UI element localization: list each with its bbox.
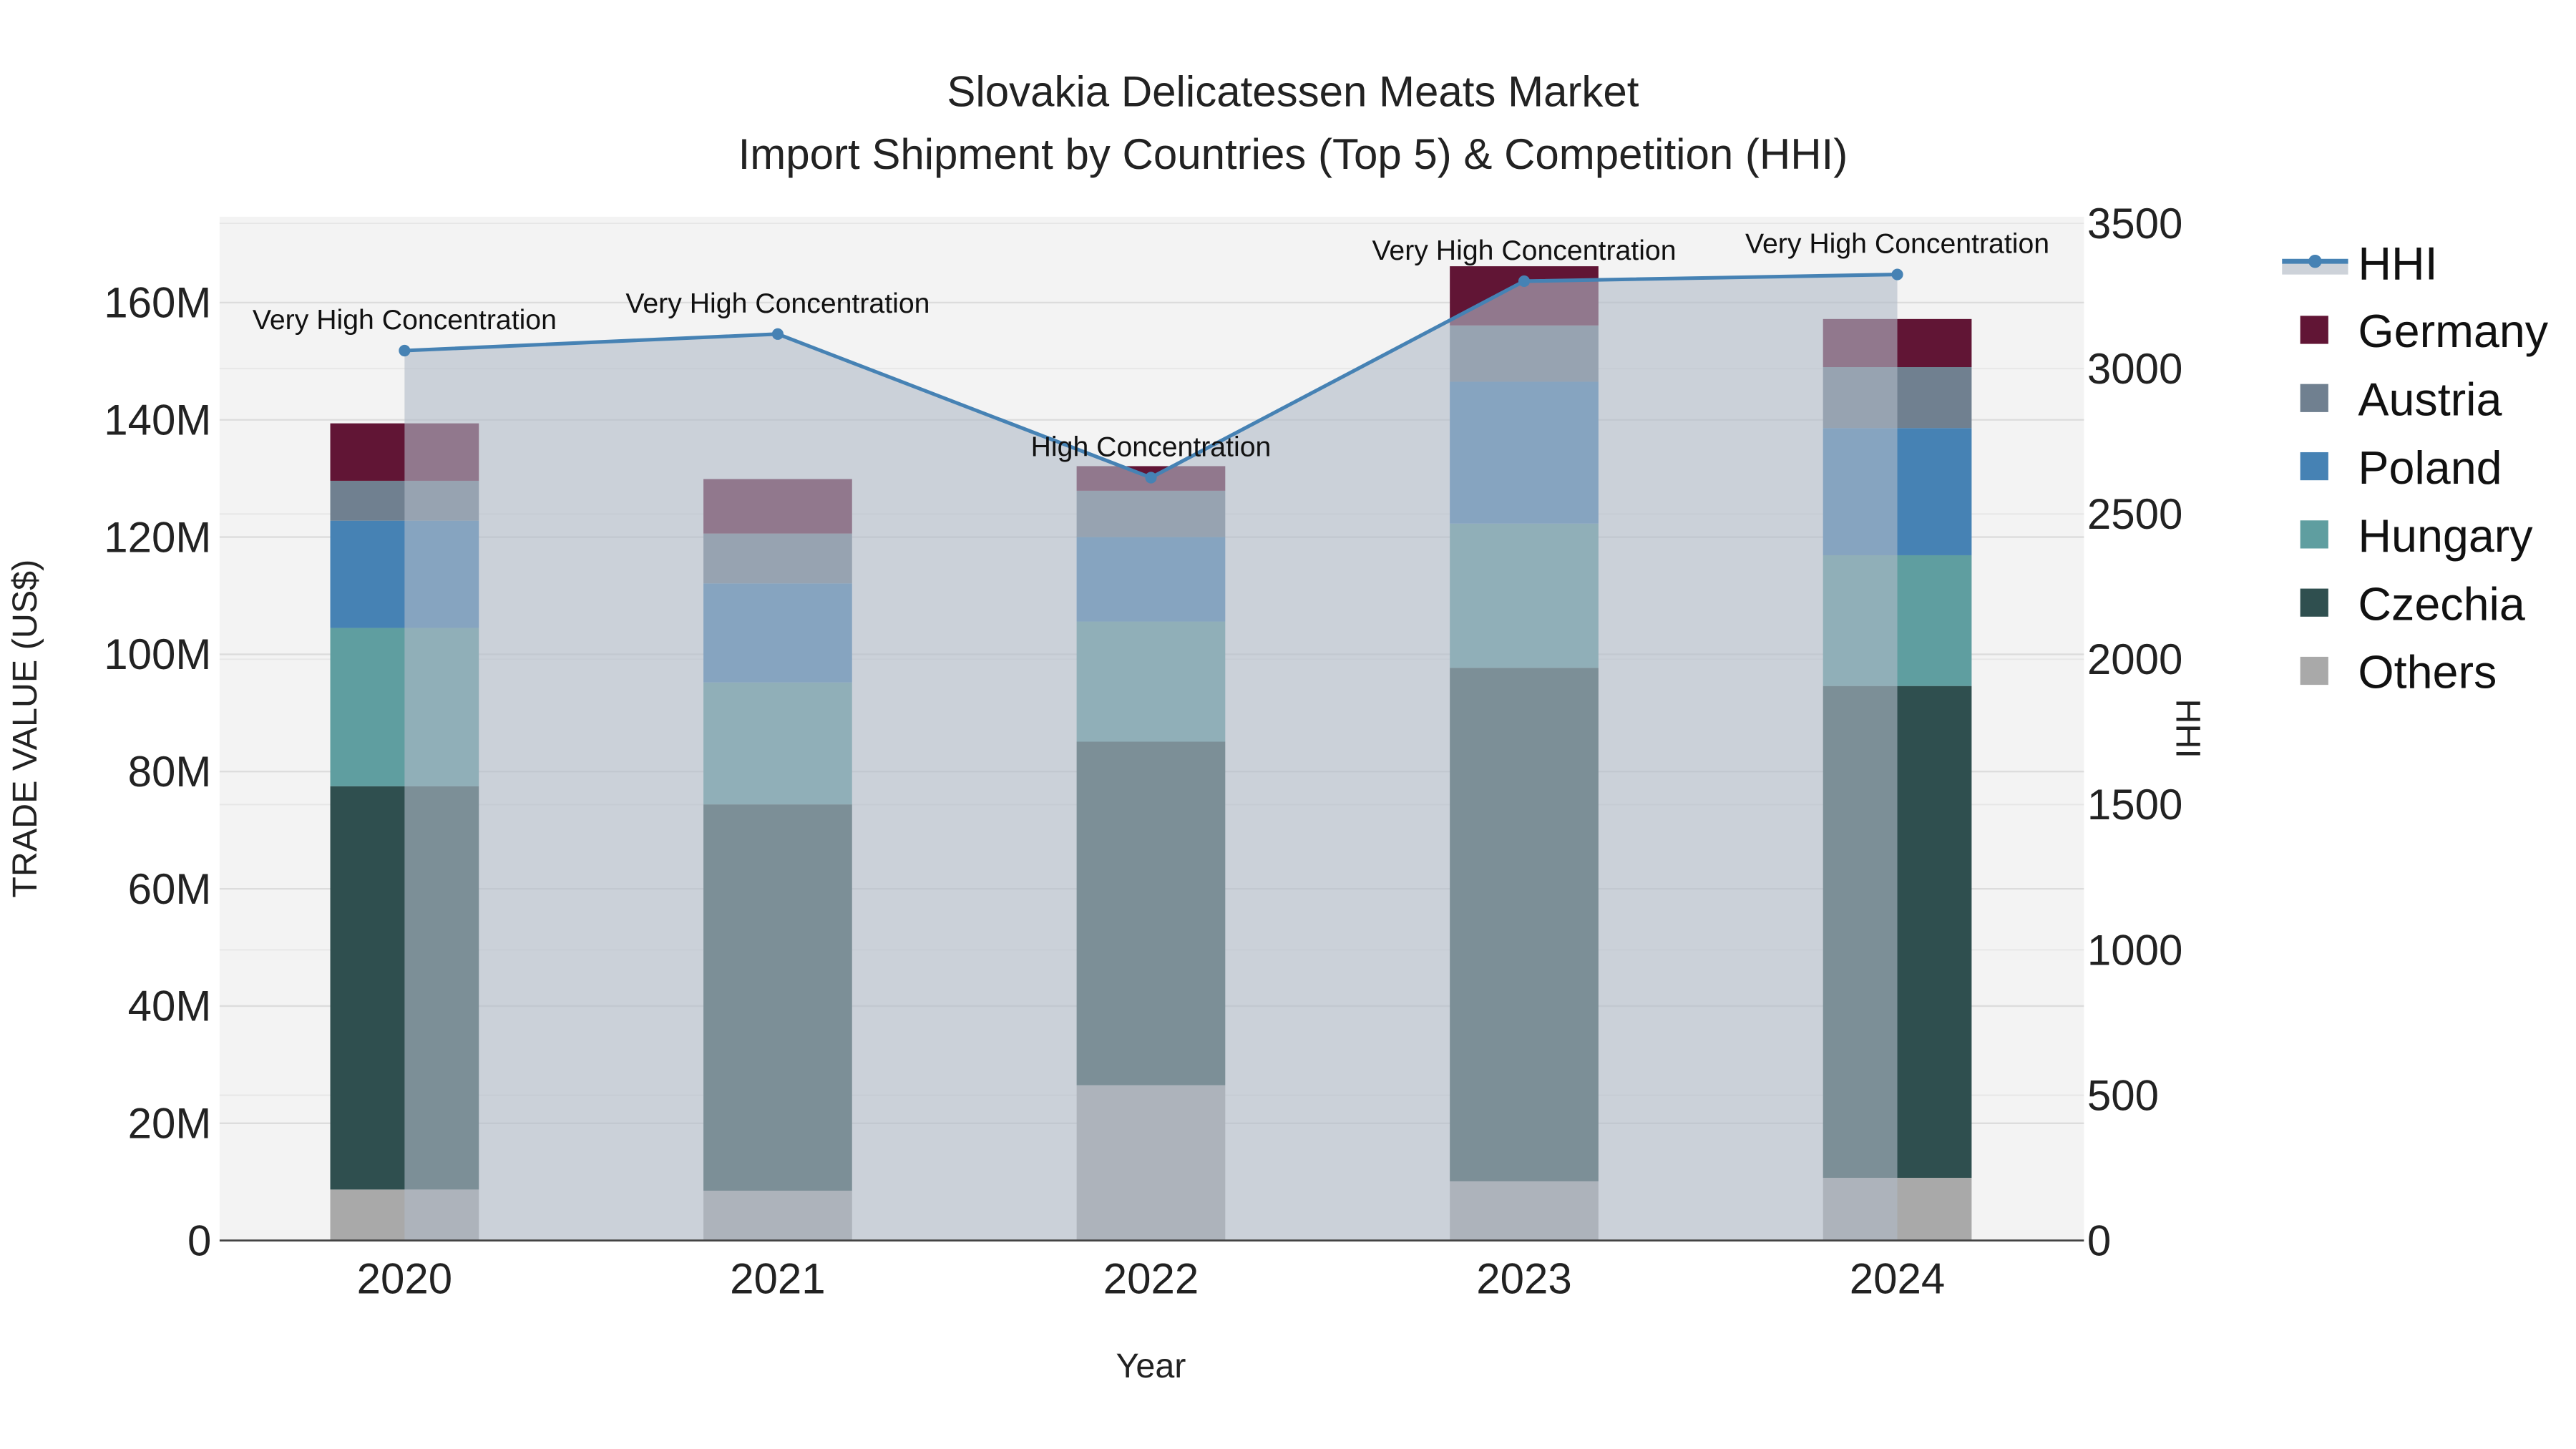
y2-tick-label: 3500 xyxy=(2087,200,2182,248)
legend-hhi-marker xyxy=(2308,254,2322,268)
x-tick-label: 2022 xyxy=(1103,1255,1199,1303)
hhi-point xyxy=(1145,472,1157,484)
hhi-annotation: High Concentration xyxy=(1031,431,1272,463)
hhi-point xyxy=(399,344,411,357)
chart-subtitle: Import Shipment by Countries (Top 5) & C… xyxy=(738,130,1848,178)
legend-label-poland: Poland xyxy=(2358,442,2502,494)
y-tick-label: 160M xyxy=(104,279,211,327)
y2-tick-label: 1500 xyxy=(2087,781,2182,829)
x-tick-label: 2020 xyxy=(357,1255,452,1303)
y2-tick-label: 1000 xyxy=(2087,926,2182,974)
legend-swatch-others xyxy=(2300,656,2328,686)
hhi-annotation: Very High Concentration xyxy=(1745,228,2049,260)
x-axis-label: Year xyxy=(1116,1347,1186,1385)
y-tick-label: 40M xyxy=(128,982,212,1030)
chart: Very High Concentration Very High Concent… xyxy=(0,0,2576,1449)
y-tick-label: 80M xyxy=(128,748,212,796)
y2-tick-label: 2000 xyxy=(2087,635,2182,683)
hhi-point xyxy=(1518,275,1531,288)
y-axis-label: TRADE VALUE (US$) xyxy=(6,560,44,898)
legend-swatch-poland xyxy=(2300,452,2328,481)
legend-label-others: Others xyxy=(2358,647,2497,698)
legend-label-hungary: Hungary xyxy=(2358,510,2533,562)
hhi-annotation: Very High Concentration xyxy=(625,288,930,319)
y2-tick-label: 500 xyxy=(2087,1071,2159,1119)
legend-swatch-czechia xyxy=(2300,588,2328,617)
y-tick-label: 120M xyxy=(104,513,211,561)
y-tick-label: 140M xyxy=(104,396,211,444)
x-tick-label: 2023 xyxy=(1476,1255,1571,1303)
legend-swatch-germany xyxy=(2300,316,2328,344)
x-tick-label: 2024 xyxy=(1850,1255,1945,1303)
legend-label-czechia: Czechia xyxy=(2358,578,2524,630)
y-tick-label: 100M xyxy=(104,630,211,678)
hhi-point xyxy=(1891,268,1903,280)
chart-title: Slovakia Delicatessen Meats Market xyxy=(947,67,1639,115)
legend-swatch-austria xyxy=(2300,384,2328,412)
legend-label-hhi: HHI xyxy=(2358,238,2437,290)
hhi-annotation: Very High Concentration xyxy=(253,304,557,336)
legend-swatch-hungary xyxy=(2300,520,2328,549)
y-tick-label: 60M xyxy=(128,865,212,913)
y2-tick-label: 0 xyxy=(2087,1216,2111,1264)
hhi-annotation: Very High Concentration xyxy=(1372,235,1676,266)
x-tick-label: 2021 xyxy=(730,1255,825,1303)
legend-label-austria: Austria xyxy=(2358,374,2502,426)
legend-label-germany: Germany xyxy=(2358,306,2548,357)
y-tick-label: 0 xyxy=(187,1216,211,1264)
y2-axis-label: HHI xyxy=(2169,699,2207,758)
y2-tick-label: 2500 xyxy=(2087,490,2182,538)
y-tick-label: 20M xyxy=(128,1100,212,1148)
hhi-point xyxy=(771,328,784,340)
y2-tick-label: 3000 xyxy=(2087,345,2182,393)
